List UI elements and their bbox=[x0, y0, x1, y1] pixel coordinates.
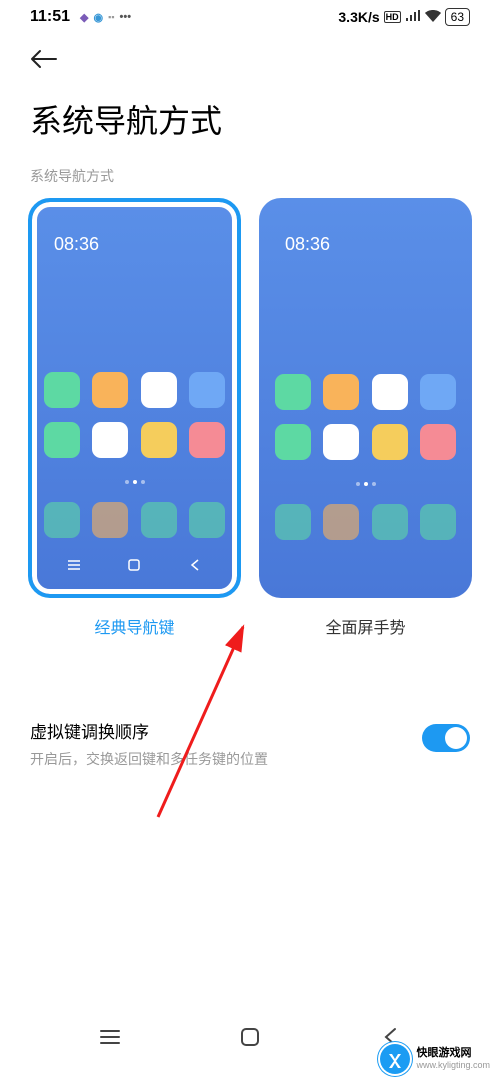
status-hd-icon: HD bbox=[384, 11, 401, 23]
mockup-time: 08:36 bbox=[271, 210, 460, 255]
battery-icon: 63 bbox=[445, 8, 470, 26]
app-icon bbox=[372, 504, 408, 540]
mockup-apps bbox=[40, 372, 229, 586]
status-right: 3.3K/s HD 63 bbox=[338, 8, 470, 26]
section-label: 系统导航方式 bbox=[0, 166, 500, 198]
setting-title: 虚拟键调换顺序 bbox=[30, 718, 422, 743]
setting-swap-keys: 虚拟键调换顺序 开启后，交换返回键和多任务键的位置 bbox=[0, 718, 500, 769]
signal-icon bbox=[405, 9, 421, 25]
watermark-logo bbox=[380, 1044, 410, 1074]
watermark: 快眼游戏网 www.kyligting.com bbox=[380, 1044, 490, 1074]
app-icon bbox=[189, 422, 225, 458]
app-icon bbox=[275, 424, 311, 460]
mockup-classic: 08:36 bbox=[28, 198, 241, 598]
app-icon bbox=[420, 504, 456, 540]
page-dots bbox=[275, 482, 456, 486]
mockup-apps bbox=[271, 374, 460, 586]
app-icon bbox=[141, 422, 177, 458]
app-icon bbox=[92, 372, 128, 408]
back-button[interactable] bbox=[0, 30, 500, 82]
status-app-icons: ◆ ◉ ▪▪ ••• bbox=[80, 11, 131, 24]
nav-home-button[interactable] bbox=[237, 1024, 263, 1050]
status-left: 11:51 ◆ ◉ ▪▪ ••• bbox=[30, 8, 131, 26]
app-icon bbox=[323, 374, 359, 410]
setting-text: 虚拟键调换顺序 开启后，交换返回键和多任务键的位置 bbox=[30, 718, 422, 769]
back-icon bbox=[186, 558, 204, 572]
app-icon bbox=[323, 424, 359, 460]
nav-options: 08:36 bbox=[0, 198, 500, 638]
toggle-thumb bbox=[445, 727, 467, 749]
page-dots bbox=[44, 480, 225, 484]
option-gesture[interactable]: 08:36 bbox=[259, 198, 472, 638]
setting-desc: 开启后，交换返回键和多任务键的位置 bbox=[30, 749, 422, 769]
app-icon bbox=[92, 422, 128, 458]
app-icon bbox=[141, 372, 177, 408]
option-label-gesture: 全面屏手势 bbox=[325, 614, 405, 638]
app-icon bbox=[275, 374, 311, 410]
app-icon bbox=[44, 372, 80, 408]
app-icon bbox=[189, 502, 225, 538]
wifi-icon bbox=[425, 9, 441, 25]
menu-icon bbox=[65, 558, 83, 572]
status-bar: 11:51 ◆ ◉ ▪▪ ••• 3.3K/s HD 63 bbox=[0, 0, 500, 30]
mockup-time: 08:36 bbox=[40, 210, 229, 255]
toggle-swap-keys[interactable] bbox=[422, 724, 470, 752]
app-icon bbox=[189, 372, 225, 408]
page-title: 系统导航方式 bbox=[0, 82, 500, 166]
status-speed: 3.3K/s bbox=[338, 9, 379, 25]
app-icon bbox=[372, 424, 408, 460]
app-icon bbox=[420, 374, 456, 410]
app-icon bbox=[420, 424, 456, 460]
app-icon bbox=[323, 504, 359, 540]
nav-menu-button[interactable] bbox=[97, 1024, 123, 1050]
app-icon bbox=[92, 502, 128, 538]
mockup-nav-bar bbox=[44, 552, 225, 576]
option-classic[interactable]: 08:36 bbox=[28, 198, 241, 638]
app-icon bbox=[275, 504, 311, 540]
home-icon bbox=[125, 558, 143, 572]
status-time: 11:51 bbox=[30, 8, 70, 26]
app-icon bbox=[44, 502, 80, 538]
app-icon bbox=[141, 502, 177, 538]
watermark-name: 快眼游戏网 bbox=[416, 1047, 490, 1060]
option-label-classic: 经典导航键 bbox=[94, 614, 174, 638]
watermark-text: 快眼游戏网 www.kyligting.com bbox=[416, 1047, 490, 1071]
mockup-gesture: 08:36 bbox=[259, 198, 472, 598]
app-icon bbox=[44, 422, 80, 458]
app-icon bbox=[372, 374, 408, 410]
watermark-url: www.kyligting.com bbox=[416, 1060, 490, 1071]
